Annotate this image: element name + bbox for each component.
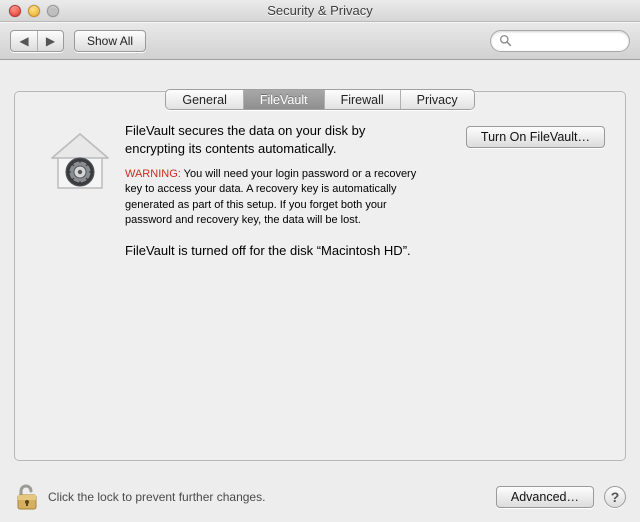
filevault-intro: FileVault secures the data on your disk … bbox=[125, 122, 415, 157]
advanced-button[interactable]: Advanced… bbox=[496, 486, 594, 508]
window-title: Security & Privacy bbox=[0, 3, 640, 18]
close-window-button[interactable] bbox=[9, 5, 21, 17]
tab-general[interactable]: General bbox=[166, 90, 242, 109]
show-all-button[interactable]: Show All bbox=[74, 30, 146, 52]
titlebar: Security & Privacy bbox=[0, 0, 640, 22]
filevault-status: FileVault is turned off for the disk “Ma… bbox=[125, 243, 430, 258]
tab-firewall[interactable]: Firewall bbox=[324, 90, 400, 109]
forward-button[interactable]: ▶ bbox=[37, 31, 63, 51]
search-icon bbox=[499, 34, 512, 47]
back-button[interactable]: ◀ bbox=[11, 31, 37, 51]
minimize-window-button[interactable] bbox=[28, 5, 40, 17]
search-field-container bbox=[490, 30, 630, 52]
chevron-left-icon: ◀ bbox=[19, 35, 28, 47]
traffic-lights bbox=[9, 5, 59, 17]
nav-segmented: ◀ ▶ bbox=[10, 30, 64, 52]
chevron-right-icon: ▶ bbox=[46, 35, 55, 47]
tab-privacy[interactable]: Privacy bbox=[400, 90, 474, 109]
unlocked-padlock-icon[interactable] bbox=[14, 483, 40, 511]
tab-filevault[interactable]: FileVault bbox=[243, 90, 324, 109]
search-input[interactable] bbox=[516, 34, 621, 48]
warning-label: WARNING: bbox=[125, 168, 181, 180]
lock-hint: Click the lock to prevent further change… bbox=[48, 490, 265, 504]
toolbar: ◀ ▶ Show All bbox=[0, 22, 640, 60]
filevault-warning: WARNING: You will need your login passwo… bbox=[125, 167, 430, 229]
tabs: General FileVault Firewall Privacy bbox=[14, 89, 626, 110]
footer: Click the lock to prevent further change… bbox=[0, 472, 640, 522]
zoom-window-button[interactable] bbox=[47, 5, 59, 17]
house-safe-icon bbox=[46, 128, 114, 196]
turn-on-filevault-button[interactable]: Turn On FileVault… bbox=[466, 126, 605, 148]
help-button[interactable]: ? bbox=[604, 486, 626, 508]
filevault-pane: FileVault secures the data on your disk … bbox=[14, 91, 626, 461]
main-content: General FileVault Firewall Privacy bbox=[0, 60, 640, 461]
